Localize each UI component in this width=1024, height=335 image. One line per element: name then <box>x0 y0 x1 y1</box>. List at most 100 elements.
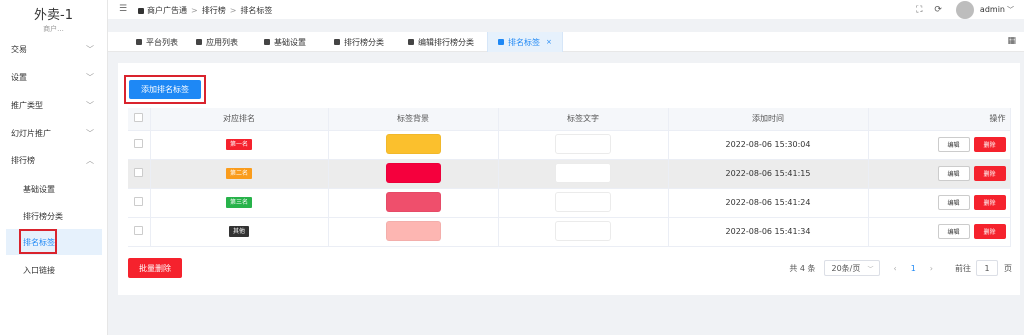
menu-collapse-icon[interactable]: ☰ <box>119 4 127 14</box>
sidebar-subitem-label: 基础设置 <box>23 184 55 194</box>
tab-edit-ranking-category[interactable]: 编辑排行榜分类 <box>408 32 474 52</box>
refresh-icon[interactable]: ⟳ <box>934 5 942 15</box>
page-size-select[interactable]: 20条/页 ﹀ <box>823 260 880 276</box>
tab-ranking-category[interactable]: 排行榜分类 <box>334 32 384 52</box>
prev-page-icon[interactable]: ‹ <box>894 264 897 273</box>
row-checkbox[interactable] <box>134 168 144 177</box>
row-checkbox[interactable] <box>134 226 144 235</box>
added-time: 2022-08-06 15:41:34 <box>668 217 869 247</box>
app-title: 外卖-1 <box>34 8 73 23</box>
breadcrumb-item[interactable]: 商户广告通 <box>147 5 187 16</box>
sidebar-item-label: 推广类型 <box>11 100 43 110</box>
delete-button[interactable]: 删除 <box>973 195 1006 210</box>
tab-label: 应用列表 <box>206 37 238 47</box>
tag-background-swatch <box>385 133 441 154</box>
edit-button[interactable]: 编辑 <box>937 224 970 239</box>
table-row: 第三名 2022-08-06 15:41:24 编辑 删除 <box>128 188 1011 218</box>
sidebar-subitem-label: 入口链接 <box>23 265 55 275</box>
page-icon <box>498 39 504 45</box>
next-page-icon[interactable]: › <box>930 264 933 273</box>
breadcrumb-separator: > <box>191 6 198 15</box>
pagination: 共 4 条 20条/页 ﹀ ‹ 1 › 前往 1 页 <box>789 260 1012 276</box>
tab-label: 平台列表 <box>146 37 178 47</box>
tab-bar: 平台列表 应用列表 基础设置 排行榜分类 编辑排行榜分类 排名标签 × ▦ <box>108 32 1024 52</box>
select-all-checkbox[interactable] <box>134 113 144 123</box>
tab-label: 排名标签 <box>508 37 540 47</box>
grid-menu-icon[interactable]: ▦ <box>1007 36 1016 46</box>
breadcrumb-separator: > <box>229 6 237 15</box>
goto-page-input[interactable]: 1 <box>976 260 998 276</box>
goto-label: 前往 <box>955 263 971 273</box>
edit-button[interactable]: 编辑 <box>937 166 970 181</box>
sidebar-subitem-rank-tags[interactable]: 排名标签 <box>6 229 102 255</box>
tab-label: 基础设置 <box>274 37 306 47</box>
edit-button[interactable]: 编辑 <box>937 137 970 152</box>
sidebar-subitem-label: 排名标签 <box>23 237 55 247</box>
rank-tag: 其他 <box>228 226 249 237</box>
row-checkbox[interactable] <box>134 139 144 148</box>
delete-button[interactable]: 删除 <box>973 166 1006 181</box>
added-time: 2022-08-06 15:41:15 <box>668 159 869 189</box>
batch-delete-button[interactable]: 批量删除 <box>128 258 182 278</box>
column-header: 操作 <box>868 108 1011 131</box>
chevron-down-icon: ﹀ <box>867 265 874 273</box>
added-time: 2022-08-06 15:41:24 <box>668 188 869 218</box>
brand: 外卖-1 商户... <box>0 0 107 34</box>
column-header: 标签文字 <box>498 108 669 131</box>
top-header: ☰ 商户广告通 > 排行榜 > 排名标签 ⛶ ⟳ admin ﹀ <box>108 0 1024 19</box>
tab-basic-settings[interactable]: 基础设置 <box>264 32 306 52</box>
list-icon <box>136 39 142 45</box>
breadcrumb-item: 排名标签 <box>240 6 273 15</box>
tag-text-preview <box>555 220 611 241</box>
sidebar-item-settings[interactable]: 设置 ﹀ <box>0 64 108 90</box>
sidebar-item-label: 排行榜 <box>11 155 35 165</box>
delete-button[interactable]: 删除 <box>973 224 1006 239</box>
row-checkbox[interactable] <box>134 197 144 206</box>
table-row: 第二名 2022-08-06 15:41:15 编辑 删除 <box>128 159 1011 189</box>
tag-text-preview <box>555 191 611 212</box>
chevron-up-icon: ︿ <box>86 155 94 165</box>
header-actions: ⛶ ⟳ admin ﹀ <box>904 0 1014 19</box>
page-icon <box>334 39 340 45</box>
rank-tags-table: 对应排名 标签背景 标签文字 添加时间 操作 第一名 2022-08-06 15… <box>128 108 1011 247</box>
rank-tag: 第一名 <box>225 139 252 150</box>
app-subtitle: 商户... <box>43 25 64 33</box>
sidebar-subitem-basic-settings[interactable]: 基础设置 <box>0 176 108 202</box>
table-row: 第一名 2022-08-06 15:30:04 编辑 删除 <box>128 130 1011 160</box>
table-header-row: 对应排名 标签背景 标签文字 添加时间 操作 <box>128 108 1011 131</box>
grid-icon <box>196 39 202 45</box>
tab-app-list[interactable]: 应用列表 <box>196 32 238 52</box>
select-all-cell <box>128 108 151 131</box>
chevron-down-icon: ﹀ <box>86 128 94 138</box>
close-icon[interactable]: × <box>546 38 552 46</box>
sidebar-item-ranking[interactable]: 排行榜 ︿ <box>0 147 108 173</box>
fullscreen-icon[interactable]: ⛶ <box>916 5 922 15</box>
page-icon <box>264 39 270 45</box>
chevron-down-icon[interactable]: ﹀ <box>1007 5 1014 15</box>
sidebar-item-promo-type[interactable]: 推广类型 ﹀ <box>0 92 108 118</box>
tab-platform-list[interactable]: 平台列表 <box>136 32 178 52</box>
sidebar-subitem-ranking-category[interactable]: 排行榜分类 <box>0 203 108 229</box>
chevron-down-icon: ﹀ <box>86 72 94 82</box>
tab-label: 排行榜分类 <box>344 37 384 47</box>
column-header: 标签背景 <box>328 108 499 131</box>
breadcrumb-item[interactable]: 排行榜 <box>202 5 226 16</box>
page-icon <box>408 39 414 45</box>
rank-tag: 第二名 <box>225 168 252 179</box>
tab-rank-tags[interactable]: 排名标签 × <box>487 32 563 52</box>
add-rank-tag-button[interactable]: 添加排名标签 <box>129 80 201 99</box>
page-number-current[interactable]: 1 <box>911 264 916 273</box>
sidebar-item-label: 幻灯片推广 <box>11 128 51 138</box>
sidebar-item-slideshow[interactable]: 幻灯片推广 ﹀ <box>0 120 108 146</box>
avatar[interactable] <box>955 0 974 19</box>
tab-label: 编辑排行榜分类 <box>418 37 474 47</box>
user-name[interactable]: admin <box>980 5 1005 14</box>
delete-button[interactable]: 删除 <box>973 137 1006 152</box>
sidebar-item-trade[interactable]: 交易 ﹀ <box>0 36 108 62</box>
chevron-down-icon: ﹀ <box>86 100 94 110</box>
edit-button[interactable]: 编辑 <box>937 195 970 210</box>
tag-background-swatch <box>385 191 441 212</box>
sidebar-subitem-entry-link[interactable]: 入口链接 <box>0 257 108 283</box>
sidebar-subitem-label: 排行榜分类 <box>23 211 63 221</box>
tag-background-swatch <box>385 162 441 183</box>
